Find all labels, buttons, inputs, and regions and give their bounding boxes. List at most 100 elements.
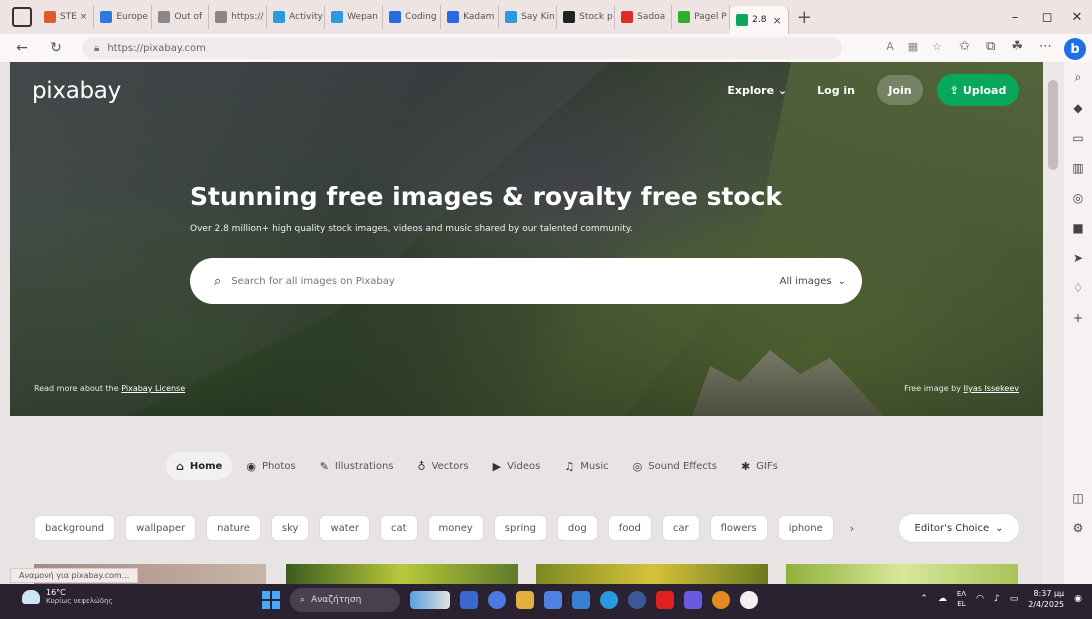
- tab-home[interactable]: ⌂ Home: [166, 452, 233, 480]
- settings-gear-icon[interactable]: ⚙: [1073, 521, 1084, 535]
- youtube-icon[interactable]: [656, 591, 674, 609]
- refresh-button[interactable]: ↻: [44, 40, 68, 56]
- favorites-icon[interactable]: ✩: [959, 39, 970, 54]
- browser-tab[interactable]: Kadam: [441, 5, 500, 29]
- browser-tab[interactable]: Say Kin: [499, 5, 558, 29]
- more-menu-icon[interactable]: ⋯: [1039, 39, 1052, 54]
- browser-tab[interactable]: Activity: [267, 5, 326, 29]
- briefcase-icon[interactable]: ▭: [1072, 131, 1083, 145]
- url-field[interactable]: 🔒︎ https://pixabay.com: [82, 37, 842, 59]
- scrollbar-thumb[interactable]: [1048, 80, 1058, 170]
- bing-copilot-button[interactable]: b: [1064, 38, 1086, 60]
- pixabay-logo[interactable]: pixabay: [32, 78, 121, 104]
- tab-sound-effects[interactable]: ◎ Sound Effects: [623, 452, 727, 480]
- upload-button[interactable]: ⇪ Upload: [937, 74, 1019, 106]
- tag-chip[interactable]: iphone: [777, 515, 834, 541]
- tag-chip[interactable]: wallpaper: [125, 515, 197, 541]
- license-link[interactable]: Pixabay License: [121, 384, 185, 393]
- edge-icon[interactable]: [600, 591, 618, 609]
- browser-tab[interactable]: Wepan: [325, 5, 384, 29]
- page-scrollbar[interactable]: [1043, 62, 1064, 584]
- explore-menu[interactable]: Explore ⌄: [719, 84, 795, 97]
- tag-chip[interactable]: water: [319, 515, 370, 541]
- chart-icon[interactable]: ▥: [1072, 161, 1083, 175]
- tag-chip[interactable]: background: [34, 515, 116, 541]
- tag-chip[interactable]: sky: [270, 515, 310, 541]
- tag-chip[interactable]: cat: [379, 515, 418, 541]
- tag-chip[interactable]: dog: [556, 515, 598, 541]
- search-input[interactable]: [231, 275, 780, 287]
- browser-tab[interactable]: Sadoa: [615, 5, 673, 29]
- maximize-button[interactable]: ◻: [1032, 0, 1062, 34]
- tab-music[interactable]: ♫ Music: [554, 452, 618, 480]
- close-window-button[interactable]: ✕: [1062, 0, 1092, 34]
- extensions-icon[interactable]: ☘: [1011, 39, 1023, 54]
- chrome-icon[interactable]: [712, 591, 730, 609]
- notification-icon[interactable]: ◉: [1074, 594, 1082, 604]
- chevron-up-icon[interactable]: ⌃: [920, 594, 928, 604]
- copilot-icon[interactable]: ◎: [1073, 191, 1083, 205]
- obs-icon[interactable]: [740, 591, 758, 609]
- chevron-right-icon[interactable]: ›: [850, 522, 854, 535]
- tag-chip[interactable]: car: [661, 515, 700, 541]
- battery-icon[interactable]: ▭: [1010, 594, 1019, 604]
- back-button[interactable]: ←: [10, 40, 34, 56]
- tag-chip[interactable]: nature: [206, 515, 261, 541]
- browser-tab[interactable]: Coding: [383, 5, 442, 29]
- browser-tab[interactable]: Europe: [94, 5, 153, 29]
- tab-gifs[interactable]: ✱ GIFs: [731, 452, 788, 480]
- read-aloud-icon[interactable]: A: [886, 40, 894, 53]
- input-language[interactable]: ΕΛ EL: [957, 589, 966, 609]
- tab-photos[interactable]: ◉ Photos: [236, 452, 305, 480]
- onedrive-cloud-icon[interactable]: ☁: [938, 594, 947, 604]
- browser-tab[interactable]: STE ×: [38, 5, 95, 29]
- tab-illustrations[interactable]: ✎ Illustrations: [310, 452, 404, 480]
- bell-icon[interactable]: ♢: [1073, 281, 1084, 295]
- tag-chip[interactable]: food: [607, 515, 652, 541]
- tab-videos[interactable]: ▶ Videos: [483, 452, 551, 480]
- browser-tab[interactable]: Out of: [152, 5, 210, 29]
- clock[interactable]: 8:37 μμ 2/4/2025: [1028, 588, 1064, 610]
- add-icon[interactable]: +: [1073, 311, 1083, 325]
- apps-icon[interactable]: ▦: [908, 40, 918, 53]
- split-screen-icon[interactable]: ◫: [1072, 491, 1083, 505]
- collections-icon[interactable]: ⧉: [986, 39, 995, 54]
- tag-chip[interactable]: flowers: [709, 515, 768, 541]
- facebook-icon[interactable]: [628, 591, 646, 609]
- login-link[interactable]: Log in: [809, 84, 863, 97]
- media-type-dropdown[interactable]: All images ⌄: [780, 276, 846, 287]
- widgets-icon[interactable]: [410, 591, 450, 609]
- wifi-icon[interactable]: ◠: [976, 594, 984, 604]
- mail-icon[interactable]: [572, 591, 590, 609]
- taskbar-search[interactable]: ⌕ Αναζήτηση: [290, 588, 400, 612]
- tab-vectors[interactable]: ♁ Vectors: [408, 452, 479, 480]
- close-tab-icon[interactable]: ×: [772, 14, 781, 27]
- tag-icon[interactable]: ◆: [1073, 101, 1082, 115]
- office-icon[interactable]: ■: [1072, 221, 1083, 235]
- task-view-icon[interactable]: [460, 591, 478, 609]
- browser-tab[interactable]: 2.8 ×: [730, 6, 789, 34]
- start-button[interactable]: [262, 591, 280, 609]
- photos-icon[interactable]: [684, 591, 702, 609]
- weather-widget[interactable]: 16°C Κυρίως νεφελώδης: [22, 588, 113, 605]
- send-icon[interactable]: ➤: [1073, 251, 1083, 265]
- chat-icon[interactable]: [488, 591, 506, 609]
- speaker-icon[interactable]: ♪: [994, 594, 1000, 604]
- credit-link[interactable]: Ilyas Issekeev: [964, 384, 1019, 393]
- store-icon[interactable]: [544, 591, 562, 609]
- browser-tab[interactable]: Pagel P: [672, 5, 731, 29]
- tag-chip[interactable]: spring: [493, 515, 547, 541]
- browser-tab[interactable]: Stock p: [557, 5, 616, 29]
- tab-actions-icon[interactable]: [12, 7, 32, 27]
- image-thumbnail[interactable]: [536, 564, 768, 584]
- editors-choice-dropdown[interactable]: Editor's Choice ⌄: [898, 513, 1020, 543]
- browser-tab[interactable]: https://: [209, 5, 268, 29]
- image-thumbnail[interactable]: [286, 564, 518, 584]
- search-icon[interactable]: ⌕: [1075, 70, 1082, 85]
- file-explorer-icon[interactable]: [516, 591, 534, 609]
- minimize-button[interactable]: –: [1000, 0, 1030, 34]
- favorite-star-icon[interactable]: ☆: [932, 40, 942, 53]
- image-thumbnail[interactable]: [786, 564, 1018, 584]
- new-tab-button[interactable]: +: [797, 7, 812, 28]
- tag-chip[interactable]: money: [427, 515, 484, 541]
